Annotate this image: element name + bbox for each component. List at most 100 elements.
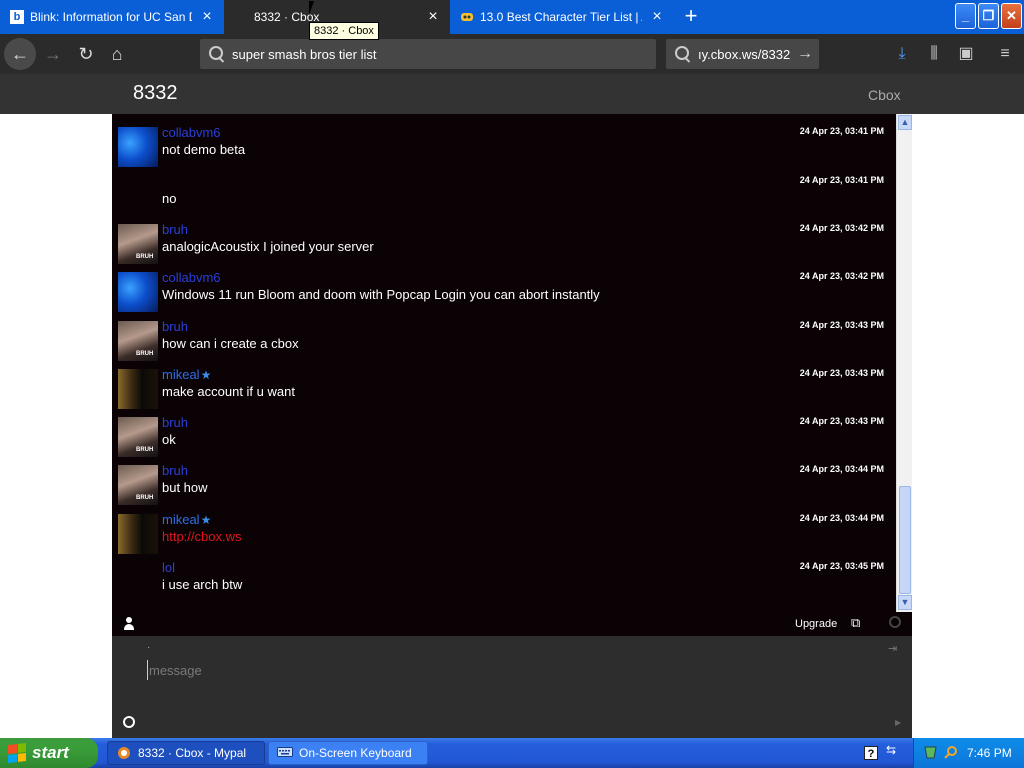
message-time: 24 Apr 23, 03:42 PM — [799, 271, 884, 281]
message-time: 24 Apr 23, 03:43 PM — [799, 416, 884, 426]
star-icon: ★ — [200, 368, 212, 382]
upgrade-link[interactable]: Upgrade — [795, 618, 837, 630]
message-row: mikeal★ http://cbox.ws 24 Apr 23, 03:44 … — [112, 511, 896, 559]
user-icon[interactable] — [123, 617, 135, 631]
message-time: 24 Apr 23, 03:42 PM — [799, 223, 884, 233]
message-input[interactable] — [147, 660, 847, 680]
search-icon — [208, 45, 226, 63]
tab-tooltip: 8332 · Cbox — [309, 22, 379, 40]
tab-tier-list[interactable]: 13.0 Best Character Tier List | App × — [450, 0, 674, 34]
scroll-down-arrow-icon[interactable]: ▼ — [898, 595, 912, 610]
message-row: bruh how can i create a cbox 24 Apr 23, … — [112, 318, 896, 366]
message-row: mikeal★ make account if u want 24 Apr 23… — [112, 366, 896, 414]
go-arrow-icon[interactable]: → — [797, 45, 813, 63]
message-username-wrap: mikeal★ — [162, 512, 211, 527]
reload-icon[interactable]: ↻ — [70, 38, 102, 70]
download-icon[interactable]: ⤓ — [890, 42, 914, 66]
scroll-up-arrow-icon[interactable]: ▲ — [898, 115, 912, 130]
avatar[interactable] — [118, 321, 158, 361]
chat-scrollbar[interactable]: ▲ ▼ — [896, 114, 912, 612]
message-time: 24 Apr 23, 03:41 PM — [799, 175, 884, 185]
message-text: i use arch btw — [162, 577, 243, 592]
close-tab-icon[interactable]: × — [426, 9, 440, 25]
chat-messages: collabvm6 not demo beta 24 Apr 23, 03:41… — [112, 114, 912, 612]
network-icon[interactable]: ⇆ — [886, 743, 896, 757]
message-text: no — [162, 191, 177, 206]
close-window-button[interactable]: ✕ — [1001, 3, 1022, 29]
message-username[interactable]: collabvm6 — [162, 125, 221, 140]
room-title: 8332 — [133, 82, 178, 104]
message-text: make account if u want — [162, 384, 295, 399]
message-text: analogicAcoustix I joined your server — [162, 239, 374, 254]
message-text: ok — [162, 432, 176, 447]
forward-arrow-icon[interactable]: → — [37, 38, 69, 70]
message-username[interactable]: bruh — [162, 222, 188, 237]
avatar[interactable] — [118, 514, 158, 554]
url-bar[interactable]: super smash bros tier list — [200, 39, 656, 69]
menu-icon[interactable]: ≡ — [993, 42, 1017, 66]
home-icon[interactable]: ⌂ — [101, 38, 133, 70]
chat-toolbar: Upgrade ⧉ — [112, 612, 912, 636]
sidebar-icon[interactable]: ▣ — [954, 42, 978, 66]
cbox-header: 8332 Cbox — [0, 74, 1024, 114]
tab-title: Blink: Information for UC San Diego — [30, 10, 192, 24]
library-icon[interactable]: ⫼ — [922, 42, 946, 66]
tab-blink[interactable]: b Blink: Information for UC San Diego × — [0, 0, 224, 34]
mypal-icon — [116, 746, 132, 760]
message-username[interactable]: lol — [162, 560, 175, 575]
message-row: collabvm6 not demo beta 24 Apr 23, 03:41… — [112, 124, 896, 172]
taskbar-item-mypal[interactable]: 8332 · Cbox - Mypal — [107, 741, 265, 765]
close-tab-icon[interactable]: × — [650, 9, 664, 25]
search-icon — [674, 45, 692, 63]
keyboard-icon — [277, 746, 293, 760]
magnifier-icon[interactable] — [943, 745, 958, 760]
navigation-bar: ← → ↻ ⌂ super smash bros tier list ıy.cb… — [0, 34, 1024, 74]
avatar[interactable] — [118, 224, 158, 264]
message-username[interactable]: bruh — [162, 319, 188, 334]
message-username[interactable]: bruh — [162, 415, 188, 430]
blink-favicon-icon: b — [10, 10, 24, 24]
close-tab-icon[interactable]: × — [200, 9, 214, 25]
message-username[interactable]: collabvm6 — [162, 270, 221, 285]
refresh-icon[interactable] — [889, 616, 901, 628]
message-username[interactable]: mikeal — [162, 367, 200, 382]
maximize-button[interactable]: ❐ — [978, 3, 999, 29]
game-favicon-icon — [460, 10, 474, 24]
message-text: Windows 11 run Bloom and doom with Popca… — [162, 287, 600, 302]
taskbar-item-keyboard[interactable]: On-Screen Keyboard — [268, 741, 428, 765]
message-link[interactable]: http://cbox.ws — [162, 529, 241, 544]
message-row: bruh analogicAcoustix I joined your serv… — [112, 221, 896, 269]
message-row: bruh but how 24 Apr 23, 03:44 PM — [112, 462, 896, 510]
new-tab-icon[interactable]: + — [678, 4, 704, 30]
message-username[interactable]: mikeal — [162, 512, 200, 527]
avatar[interactable] — [118, 369, 158, 409]
popout-icon[interactable]: ⧉ — [851, 615, 860, 631]
emoji-icon[interactable] — [123, 716, 135, 728]
start-button[interactable]: start — [0, 738, 98, 768]
cbox-brand-link[interactable]: Cbox — [868, 87, 901, 103]
message-text: but how — [162, 480, 208, 495]
message-time: 24 Apr 23, 03:44 PM — [799, 464, 884, 474]
clock: 7:46 PM — [967, 746, 1012, 760]
search-bar[interactable]: ıy.cbox.ws/8332 → — [666, 39, 819, 69]
network-shield-icon[interactable] — [923, 745, 938, 760]
tab-title: 13.0 Best Character Tier List | App — [480, 10, 642, 24]
message-username-wrap: mikeal★ — [162, 367, 211, 382]
star-icon: ★ — [200, 513, 212, 527]
login-icon[interactable]: ⇥ — [888, 642, 897, 655]
avatar[interactable] — [118, 417, 158, 457]
back-arrow-icon[interactable]: ← — [4, 38, 36, 70]
taskbar-item-label: 8332 · Cbox - Mypal — [138, 746, 247, 760]
avatar[interactable] — [118, 272, 158, 312]
message-row: collabvm6 Windows 11 run Bloom and doom … — [112, 269, 896, 317]
minimize-button[interactable]: _ — [955, 3, 976, 29]
mouse-cursor-icon — [309, 1, 319, 15]
avatar[interactable] — [118, 465, 158, 505]
avatar[interactable] — [118, 127, 158, 167]
send-arrow-icon[interactable]: ▶ — [895, 718, 901, 727]
message-row: no 24 Apr 23, 03:41 PM — [112, 173, 896, 221]
help-icon[interactable]: ? — [864, 746, 878, 760]
tab-strip: b Blink: Information for UC San Diego × … — [0, 0, 1024, 34]
message-username[interactable]: bruh — [162, 463, 188, 478]
scroll-thumb[interactable] — [899, 486, 911, 594]
